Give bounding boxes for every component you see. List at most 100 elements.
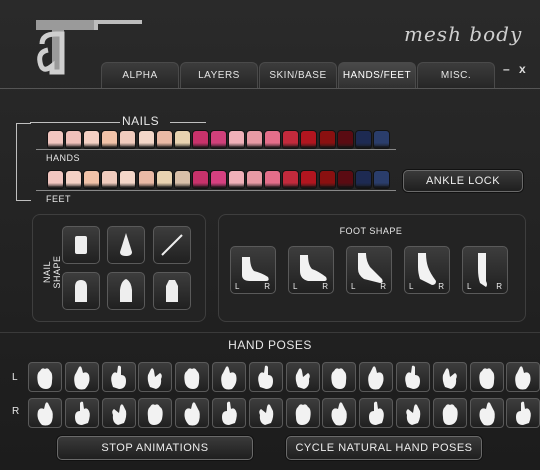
left-hand-pose-button[interactable] [64,362,99,392]
right-hand-pose-button[interactable] [322,398,357,428]
right-foot-label[interactable]: R [438,282,444,291]
left-hand-pose-button[interactable] [101,362,136,392]
nail-color-swatch[interactable] [48,171,63,188]
nail-color-swatch[interactable] [373,171,389,188]
right-hand-pose-button[interactable] [248,398,283,428]
left-hand-pose-button[interactable] [359,362,394,392]
nail-color-swatch[interactable] [210,131,226,148]
slash-nail-icon[interactable] [153,226,191,264]
coffin-nail-icon[interactable] [153,272,191,310]
square-nail-icon[interactable] [62,226,100,264]
hand-pose-icon [258,404,274,425]
nail-color-swatch[interactable] [156,171,172,188]
nail-color-swatch[interactable] [102,171,118,188]
close-button[interactable]: x [519,62,526,76]
nail-color-swatch[interactable] [301,131,317,148]
left-foot-label[interactable]: L [235,282,239,291]
nail-color-swatch[interactable] [66,171,82,188]
nail-color-swatch[interactable] [337,171,353,188]
right-hand-pose-button[interactable] [101,398,136,428]
cycle-hand-poses-button[interactable]: CYCLE NATURAL HAND POSES [286,436,482,460]
right-foot-label[interactable]: R [322,282,328,291]
nail-color-swatch[interactable] [192,171,208,188]
left-hand-pose-button[interactable] [175,362,210,392]
nail-color-swatch[interactable] [120,131,136,148]
nail-color-swatch[interactable] [319,171,335,188]
nail-color-swatch[interactable] [265,171,281,188]
nail-color-swatch[interactable] [210,171,226,188]
nail-color-swatch[interactable] [247,171,263,188]
nail-color-swatch[interactable] [247,131,263,148]
stiletto-nail-icon[interactable] [107,226,145,264]
nail-color-swatch[interactable] [355,171,371,188]
nail-color-swatch[interactable] [102,131,118,148]
nail-color-swatch[interactable] [174,131,190,148]
tab-alpha[interactable]: ALPHA [101,62,179,88]
right-hand-pose-button[interactable] [28,398,62,428]
left-hand-pose-button[interactable] [212,362,246,392]
left-hand-pose-button[interactable] [469,362,504,392]
high-heel-foot-icon[interactable]: LR [404,246,450,294]
left-foot-label[interactable]: L [293,282,297,291]
nail-color-swatch[interactable] [301,171,317,188]
tiptoe-foot-icon[interactable]: LR [462,246,508,294]
nail-color-swatch[interactable] [283,131,299,148]
nail-color-swatch[interactable] [48,131,63,148]
left-hand-pose-button[interactable] [28,362,62,392]
right-hand-pose-button[interactable] [469,398,504,428]
nail-color-swatch[interactable] [66,131,82,148]
nail-color-swatch[interactable] [229,171,244,188]
nail-color-swatch[interactable] [174,171,190,188]
right-hand-pose-button[interactable] [432,398,467,428]
tab-hands-feet[interactable]: HANDS/FEET [338,62,416,88]
left-hand-pose-button[interactable] [285,362,320,392]
nail-color-swatch[interactable] [355,131,371,148]
nail-color-swatch[interactable] [229,131,244,148]
right-hand-pose-button[interactable] [285,398,320,428]
left-foot-label[interactable]: L [409,282,413,291]
flat-foot-icon[interactable]: LR [230,246,276,294]
nail-color-swatch[interactable] [138,131,154,148]
right-hand-pose-button[interactable] [212,398,246,428]
nail-color-swatch[interactable] [84,131,100,148]
right-hand-pose-button[interactable] [64,398,99,428]
hand-pose-icon [295,368,310,389]
right-hand-pose-button[interactable] [506,398,540,428]
nail-color-swatch[interactable] [373,131,389,148]
ankle-lock-button[interactable]: ANKLE LOCK [403,170,523,192]
round-nail-icon[interactable] [62,272,100,310]
nail-color-swatch[interactable] [283,171,299,188]
nail-color-swatch[interactable] [138,171,154,188]
stop-animations-button[interactable]: STOP ANIMATIONS [57,436,253,460]
right-hand-pose-button[interactable] [359,398,394,428]
left-foot-label[interactable]: L [351,282,355,291]
nail-color-swatch[interactable] [265,131,281,148]
left-hand-pose-button[interactable] [506,362,540,392]
right-foot-label[interactable]: R [264,282,270,291]
left-hand-pose-button[interactable] [396,362,430,392]
nail-shape-label: NAIL SHAPE [42,255,62,289]
left-hand-pose-button[interactable] [432,362,467,392]
tab-layers[interactable]: LAYERS [180,62,258,88]
nail-color-swatch[interactable] [192,131,208,148]
nail-color-swatch[interactable] [319,131,335,148]
right-hand-pose-button[interactable] [175,398,210,428]
right-hand-pose-button[interactable] [138,398,173,428]
right-hand-pose-button[interactable] [396,398,430,428]
nail-color-swatch[interactable] [120,171,136,188]
mid-heel-foot-icon[interactable]: LR [346,246,392,294]
left-hand-pose-button[interactable] [138,362,173,392]
right-foot-label[interactable]: R [380,282,386,291]
minimize-button[interactable]: – [503,62,510,76]
tab-skin-base[interactable]: SKIN/BASE [259,62,337,88]
tab-misc[interactable]: MISC. [417,62,495,88]
left-foot-label[interactable]: L [467,282,471,291]
left-hand-pose-button[interactable] [248,362,283,392]
right-foot-label[interactable]: R [496,282,502,291]
low-heel-foot-icon[interactable]: LR [288,246,334,294]
nail-color-swatch[interactable] [156,131,172,148]
left-hand-pose-button[interactable] [322,362,357,392]
almond-nail-icon[interactable] [107,272,145,310]
nail-color-swatch[interactable] [84,171,100,188]
nail-color-swatch[interactable] [337,131,353,148]
